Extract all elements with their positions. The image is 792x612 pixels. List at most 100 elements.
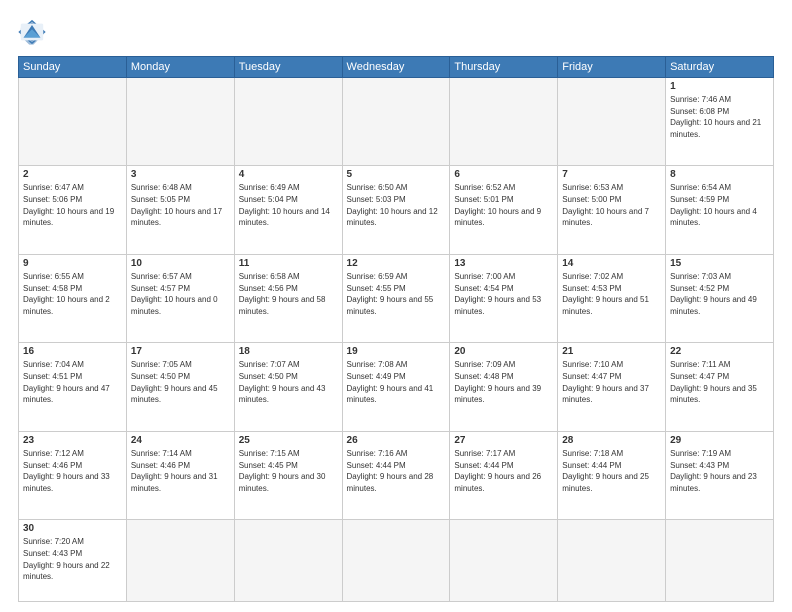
calendar-cell bbox=[450, 78, 558, 166]
weekday-header-saturday: Saturday bbox=[666, 57, 774, 78]
day-number: 2 bbox=[23, 169, 122, 180]
calendar-cell bbox=[19, 78, 127, 166]
calendar-cell bbox=[342, 78, 450, 166]
day-info: Sunrise: 7:17 AM Sunset: 4:44 PM Dayligh… bbox=[454, 448, 553, 494]
calendar-cell: 26Sunrise: 7:16 AM Sunset: 4:44 PM Dayli… bbox=[342, 431, 450, 519]
calendar-cell bbox=[666, 520, 774, 602]
calendar-cell bbox=[342, 520, 450, 602]
day-info: Sunrise: 7:00 AM Sunset: 4:54 PM Dayligh… bbox=[454, 271, 553, 317]
day-number: 23 bbox=[23, 435, 122, 446]
day-info: Sunrise: 7:03 AM Sunset: 4:52 PM Dayligh… bbox=[670, 271, 769, 317]
day-number: 30 bbox=[23, 523, 122, 534]
calendar-cell bbox=[126, 520, 234, 602]
calendar-cell bbox=[558, 520, 666, 602]
calendar-cell: 1Sunrise: 7:46 AM Sunset: 6:08 PM Daylig… bbox=[666, 78, 774, 166]
day-number: 17 bbox=[131, 346, 230, 357]
calendar-cell: 4 Sunrise: 6:49 AM Sunset: 5:04 PM Daylig… bbox=[234, 166, 342, 254]
weekday-header-wednesday: Wednesday bbox=[342, 57, 450, 78]
weekday-header-monday: Monday bbox=[126, 57, 234, 78]
day-info: Sunrise: 7:08 AM Sunset: 4:49 PM Dayligh… bbox=[347, 359, 446, 405]
day-number: 1 bbox=[670, 81, 769, 92]
calendar-week-row: 23Sunrise: 7:12 AM Sunset: 4:46 PM Dayli… bbox=[19, 431, 774, 519]
logo bbox=[18, 18, 50, 46]
day-number: 15 bbox=[670, 258, 769, 269]
day-number: 11 bbox=[239, 258, 338, 269]
day-number: 3 bbox=[131, 169, 230, 180]
day-info: Sunrise: 6:53 AM Sunset: 5:00 PM Dayligh… bbox=[562, 182, 661, 228]
calendar-cell: 10 Sunrise: 6:57 AM Sunset: 4:57 PM Dayli… bbox=[126, 254, 234, 342]
calendar-cell bbox=[558, 78, 666, 166]
calendar-cell: 22 Sunrise: 7:11 AM Sunset: 4:47 PM Dayli… bbox=[666, 343, 774, 431]
calendar-week-row: 30Sunrise: 7:20 AM Sunset: 4:43 PM Dayli… bbox=[19, 520, 774, 602]
day-number: 13 bbox=[454, 258, 553, 269]
day-info: Sunrise: 7:15 AM Sunset: 4:45 PM Dayligh… bbox=[239, 448, 338, 494]
day-number: 29 bbox=[670, 435, 769, 446]
calendar-cell: 20 Sunrise: 7:09 AM Sunset: 4:48 PM Dayli… bbox=[450, 343, 558, 431]
day-info: Sunrise: 6:54 AM Sunset: 4:59 PM Dayligh… bbox=[670, 182, 769, 228]
calendar-cell bbox=[126, 78, 234, 166]
calendar-week-row: 1Sunrise: 7:46 AM Sunset: 6:08 PM Daylig… bbox=[19, 78, 774, 166]
day-number: 5 bbox=[347, 169, 446, 180]
day-number: 7 bbox=[562, 169, 661, 180]
day-info: Sunrise: 6:55 AM Sunset: 4:58 PM Dayligh… bbox=[23, 271, 122, 317]
calendar-cell: 29Sunrise: 7:19 AM Sunset: 4:43 PM Dayli… bbox=[666, 431, 774, 519]
day-number: 12 bbox=[347, 258, 446, 269]
calendar-cell: 3 Sunrise: 6:48 AM Sunset: 5:05 PM Daylig… bbox=[126, 166, 234, 254]
day-number: 4 bbox=[239, 169, 338, 180]
day-number: 6 bbox=[454, 169, 553, 180]
calendar-week-row: 16Sunrise: 7:04 AM Sunset: 4:51 PM Dayli… bbox=[19, 343, 774, 431]
calendar-table: SundayMondayTuesdayWednesdayThursdayFrid… bbox=[18, 56, 774, 602]
day-info: Sunrise: 6:52 AM Sunset: 5:01 PM Dayligh… bbox=[454, 182, 553, 228]
page: SundayMondayTuesdayWednesdayThursdayFrid… bbox=[0, 0, 792, 612]
calendar-cell: 21 Sunrise: 7:10 AM Sunset: 4:47 PM Dayli… bbox=[558, 343, 666, 431]
weekday-header-tuesday: Tuesday bbox=[234, 57, 342, 78]
calendar-cell: 13 Sunrise: 7:00 AM Sunset: 4:54 PM Dayli… bbox=[450, 254, 558, 342]
day-number: 14 bbox=[562, 258, 661, 269]
calendar-cell: 17Sunrise: 7:05 AM Sunset: 4:50 PM Dayli… bbox=[126, 343, 234, 431]
day-info: Sunrise: 6:49 AM Sunset: 5:04 PM Dayligh… bbox=[239, 182, 338, 228]
day-info: Sunrise: 6:47 AM Sunset: 5:06 PM Dayligh… bbox=[23, 182, 122, 228]
calendar-cell: 5Sunrise: 6:50 AM Sunset: 5:03 PM Daylig… bbox=[342, 166, 450, 254]
day-info: Sunrise: 6:57 AM Sunset: 4:57 PM Dayligh… bbox=[131, 271, 230, 317]
day-info: Sunrise: 7:04 AM Sunset: 4:51 PM Dayligh… bbox=[23, 359, 122, 405]
calendar-cell: 23Sunrise: 7:12 AM Sunset: 4:46 PM Dayli… bbox=[19, 431, 127, 519]
day-info: Sunrise: 6:58 AM Sunset: 4:56 PM Dayligh… bbox=[239, 271, 338, 317]
calendar-cell: 9 Sunrise: 6:55 AM Sunset: 4:58 PM Daylig… bbox=[19, 254, 127, 342]
calendar-cell: 16Sunrise: 7:04 AM Sunset: 4:51 PM Dayli… bbox=[19, 343, 127, 431]
calendar-cell: 15 Sunrise: 7:03 AM Sunset: 4:52 PM Dayli… bbox=[666, 254, 774, 342]
calendar-cell: 19 Sunrise: 7:08 AM Sunset: 4:49 PM Dayli… bbox=[342, 343, 450, 431]
calendar-cell bbox=[234, 78, 342, 166]
day-number: 26 bbox=[347, 435, 446, 446]
calendar-cell: 7 Sunrise: 6:53 AM Sunset: 5:00 PM Daylig… bbox=[558, 166, 666, 254]
day-info: Sunrise: 6:48 AM Sunset: 5:05 PM Dayligh… bbox=[131, 182, 230, 228]
day-number: 19 bbox=[347, 346, 446, 357]
calendar-cell: 25 Sunrise: 7:15 AM Sunset: 4:45 PM Dayli… bbox=[234, 431, 342, 519]
calendar-cell: 11 Sunrise: 6:58 AM Sunset: 4:56 PM Dayli… bbox=[234, 254, 342, 342]
calendar-cell: 14 Sunrise: 7:02 AM Sunset: 4:53 PM Dayli… bbox=[558, 254, 666, 342]
day-info: Sunrise: 7:11 AM Sunset: 4:47 PM Dayligh… bbox=[670, 359, 769, 405]
day-number: 25 bbox=[239, 435, 338, 446]
calendar-cell: 27 Sunrise: 7:17 AM Sunset: 4:44 PM Dayli… bbox=[450, 431, 558, 519]
calendar-cell: 24Sunrise: 7:14 AM Sunset: 4:46 PM Dayli… bbox=[126, 431, 234, 519]
day-info: Sunrise: 7:02 AM Sunset: 4:53 PM Dayligh… bbox=[562, 271, 661, 317]
day-info: Sunrise: 7:10 AM Sunset: 4:47 PM Dayligh… bbox=[562, 359, 661, 405]
calendar-cell bbox=[234, 520, 342, 602]
weekday-header-friday: Friday bbox=[558, 57, 666, 78]
calendar-week-row: 9 Sunrise: 6:55 AM Sunset: 4:58 PM Daylig… bbox=[19, 254, 774, 342]
day-info: Sunrise: 7:09 AM Sunset: 4:48 PM Dayligh… bbox=[454, 359, 553, 405]
header bbox=[18, 18, 774, 46]
day-number: 28 bbox=[562, 435, 661, 446]
generalblue-logo-icon bbox=[18, 18, 46, 46]
calendar-cell: 6 Sunrise: 6:52 AM Sunset: 5:01 PM Daylig… bbox=[450, 166, 558, 254]
day-number: 24 bbox=[131, 435, 230, 446]
day-number: 27 bbox=[454, 435, 553, 446]
day-number: 22 bbox=[670, 346, 769, 357]
day-number: 20 bbox=[454, 346, 553, 357]
calendar-cell: 28Sunrise: 7:18 AM Sunset: 4:44 PM Dayli… bbox=[558, 431, 666, 519]
day-number: 10 bbox=[131, 258, 230, 269]
day-number: 21 bbox=[562, 346, 661, 357]
day-number: 8 bbox=[670, 169, 769, 180]
calendar-cell: 12 Sunrise: 6:59 AM Sunset: 4:55 PM Dayli… bbox=[342, 254, 450, 342]
day-info: Sunrise: 6:59 AM Sunset: 4:55 PM Dayligh… bbox=[347, 271, 446, 317]
day-number: 9 bbox=[23, 258, 122, 269]
